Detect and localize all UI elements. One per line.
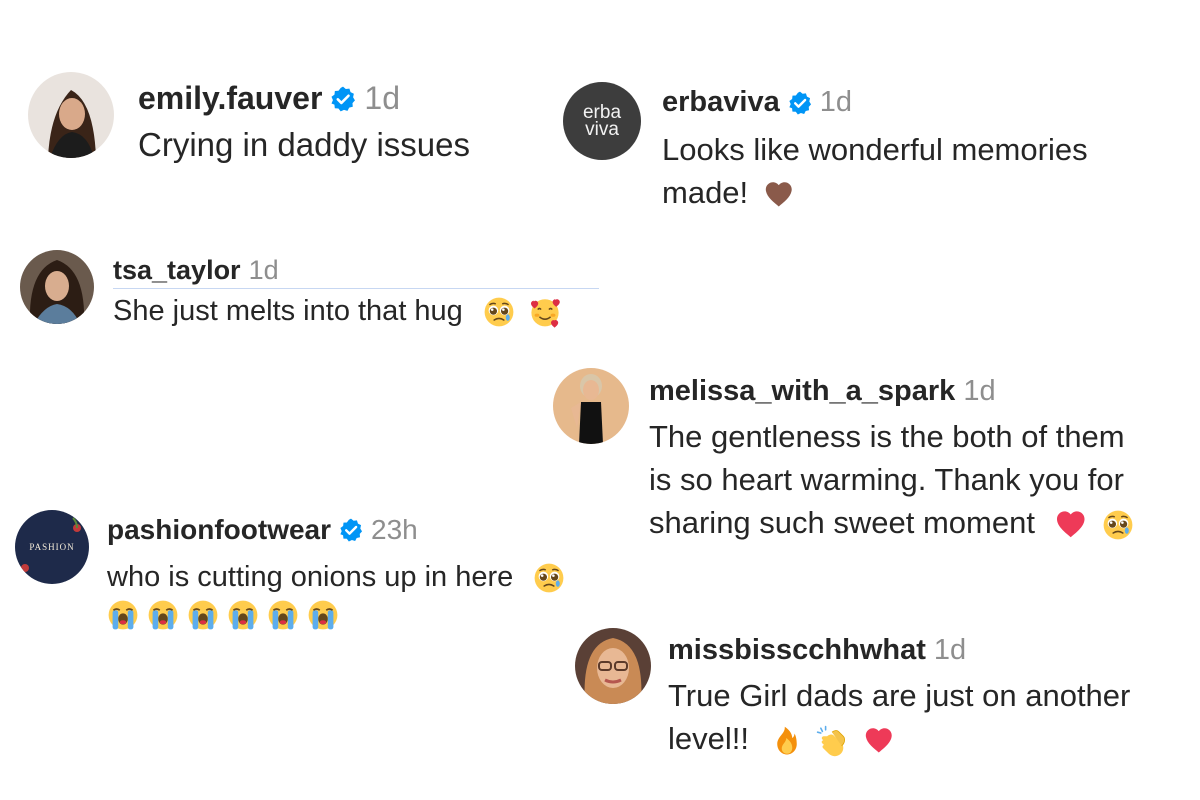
comment-text-line: sharing such sweet moment bbox=[649, 505, 1035, 540]
logo-text-bottom: viva bbox=[585, 119, 619, 140]
timestamp[interactable]: 1d bbox=[820, 86, 852, 119]
timestamp[interactable]: 1d bbox=[364, 80, 400, 117]
emoji-row bbox=[107, 599, 565, 631]
comment-text-line: made! bbox=[662, 175, 749, 210]
red-heart-icon bbox=[1054, 508, 1088, 542]
comment-text: She just melts into that hug bbox=[113, 295, 463, 327]
comment-text-line: level!! bbox=[668, 721, 749, 756]
username[interactable]: erbaviva bbox=[662, 86, 780, 119]
avatar[interactable]: erba viva bbox=[563, 82, 641, 160]
pleading-face-icon bbox=[1102, 509, 1134, 541]
smiling-face-with-hearts-icon bbox=[529, 296, 561, 328]
verified-badge-icon bbox=[330, 86, 356, 112]
username[interactable]: emily.fauver bbox=[138, 80, 322, 117]
red-heart-icon bbox=[863, 725, 895, 757]
verified-badge-icon bbox=[788, 91, 812, 115]
comment-text: who is cutting onions up in here bbox=[107, 561, 514, 593]
loudly-crying-face-icon bbox=[147, 599, 179, 631]
profile-photo-icon bbox=[553, 368, 629, 444]
loudly-crying-face-icon bbox=[227, 599, 259, 631]
loudly-crying-face-icon bbox=[267, 599, 299, 631]
loudly-crying-face-icon bbox=[187, 599, 219, 631]
username[interactable]: tsa_taylor bbox=[113, 255, 241, 286]
comment-text-line: Looks like wonderful memories bbox=[662, 132, 1088, 167]
username[interactable]: melissa_with_a_spark bbox=[649, 375, 955, 408]
avatar[interactable]: PASHION bbox=[15, 510, 89, 584]
profile-photo-icon bbox=[28, 72, 114, 158]
timestamp[interactable]: 1d bbox=[963, 375, 995, 408]
profile-photo-icon bbox=[20, 250, 94, 324]
timestamp[interactable]: 1d bbox=[934, 634, 966, 667]
pleading-face-icon bbox=[483, 296, 515, 328]
loudly-crying-face-icon bbox=[307, 599, 339, 631]
comment-text-line: is so heart warming. Thank you for bbox=[649, 462, 1124, 497]
erbaviva-logo: erba viva bbox=[563, 82, 641, 160]
avatar[interactable] bbox=[575, 628, 651, 704]
verified-badge-icon bbox=[339, 518, 363, 542]
cherry-decoration-icon bbox=[21, 517, 81, 572]
comment-text-line: The gentleness is the both of them bbox=[649, 419, 1125, 454]
comment-text: Crying in daddy issues bbox=[138, 126, 470, 163]
brown-heart-icon bbox=[763, 179, 795, 211]
pleading-face-icon bbox=[533, 562, 565, 594]
username[interactable]: pashionfootwear bbox=[107, 514, 331, 546]
profile-photo-icon bbox=[575, 628, 651, 704]
comment-text-line: True Girl dads are just on another bbox=[668, 678, 1131, 713]
loudly-crying-face-icon bbox=[107, 599, 139, 631]
fire-icon bbox=[772, 725, 802, 757]
avatar[interactable] bbox=[553, 368, 629, 444]
avatar[interactable] bbox=[20, 250, 94, 324]
username[interactable]: missbisscchhwhat bbox=[668, 634, 926, 667]
timestamp[interactable]: 1d bbox=[249, 255, 279, 286]
avatar[interactable] bbox=[28, 72, 114, 158]
clapping-hands-icon bbox=[816, 725, 848, 757]
timestamp[interactable]: 23h bbox=[371, 514, 418, 546]
